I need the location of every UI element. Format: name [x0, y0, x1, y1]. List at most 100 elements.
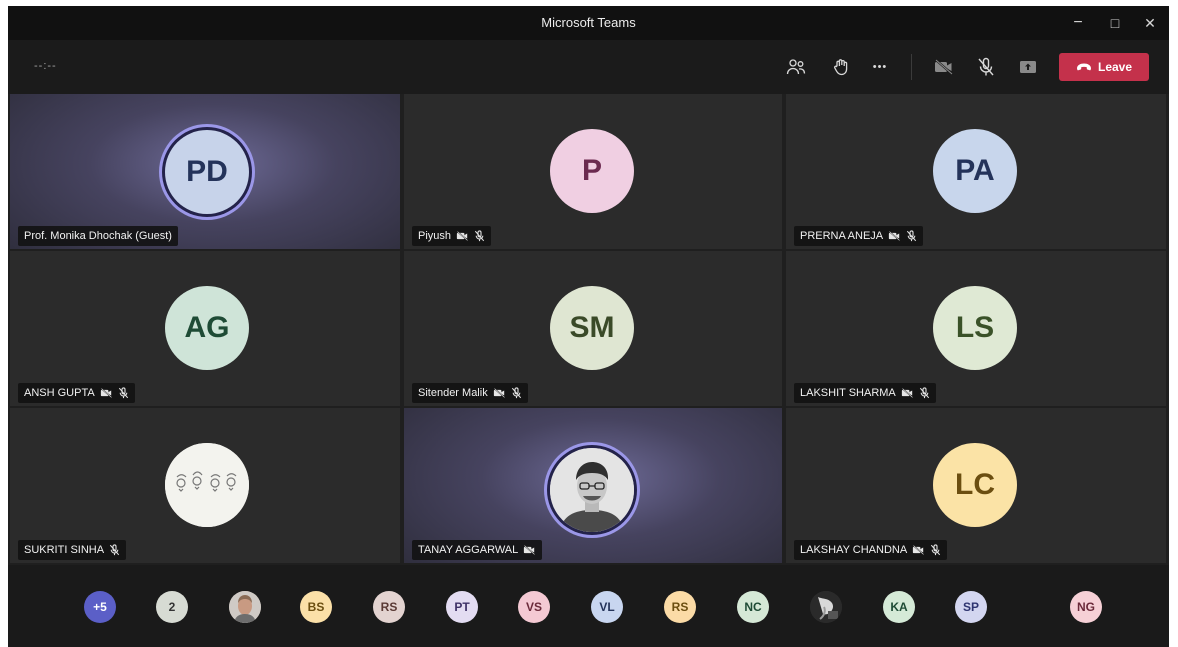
participant-tile[interactable]: P Piyush [404, 94, 782, 249]
raise-hand-icon [834, 59, 848, 76]
maximize-button[interactable]: □ [1103, 11, 1127, 35]
share-content-button[interactable] [1016, 56, 1040, 78]
participant-tile[interactable]: LS LAKSHIT SHARMA [786, 251, 1166, 406]
avatar-initials: SM [569, 311, 615, 344]
participant-avatar-small[interactable]: 2 [156, 591, 188, 623]
participant-avatar [165, 443, 249, 527]
avatar-initials: 2 [168, 600, 176, 614]
participant-avatar-small[interactable]: PT [446, 591, 478, 623]
participant-tile[interactable]: PD Prof. Monika Dhochak (Guest) [10, 94, 400, 249]
avatar-initials: PA [955, 154, 995, 187]
camera-off-indicator [493, 388, 506, 398]
muted-indicator [919, 387, 930, 399]
avatar-initials: +5 [93, 600, 107, 614]
avatar-initials: LS [955, 311, 995, 344]
avatar-initials: PT [454, 600, 470, 614]
microphone-off-icon [907, 230, 917, 242]
muted-indicator [511, 387, 522, 399]
participant-name-tag: Prof. Monika Dhochak (Guest) [18, 226, 178, 246]
maximize-icon: □ [1110, 15, 1120, 31]
microphone-off-icon [511, 387, 521, 399]
participant-tile[interactable]: TANAY AGGARWAL [404, 408, 782, 563]
microphone-off-icon [109, 544, 120, 556]
window-title: Microsoft Teams [541, 15, 636, 30]
participant-avatar: PD [165, 130, 249, 214]
raise-hand-button[interactable] [830, 56, 854, 78]
participant-tile[interactable]: SM Sitender Malik [404, 251, 782, 406]
hang-up-icon [1076, 63, 1091, 71]
share-screen-icon [1020, 61, 1036, 73]
participant-avatar-small[interactable]: NG [1070, 591, 1102, 623]
avatar-initials: AG [184, 311, 230, 344]
muted-indicator [474, 230, 485, 242]
participant-name: ANSH GUPTA [24, 387, 95, 399]
camera-off-icon [493, 388, 505, 398]
avatar-initials: RS [671, 600, 689, 614]
participant-avatar-small[interactable]: RS [373, 591, 405, 623]
participant-avatar-small[interactable]: SP [955, 591, 987, 623]
close-window-button[interactable]: ✕ [1138, 11, 1162, 35]
camera-off-icon [935, 59, 953, 75]
avatar-initials: P [581, 154, 602, 187]
profile-picture [229, 591, 261, 623]
camera-off-indicator [100, 388, 113, 398]
camera-off-indicator [901, 388, 914, 398]
avatar-initials: VS [525, 600, 542, 614]
more-actions-button[interactable]: ••• [868, 56, 892, 78]
show-participants-button[interactable] [784, 56, 808, 78]
profile-picture [165, 443, 249, 527]
avatar-initials: NG [1077, 600, 1095, 614]
participant-avatar-small[interactable]: VS [518, 591, 550, 623]
avatar-initials: VL [599, 600, 615, 614]
participant-strip: +5 2 BS RS PT VS VL RS NC KA SP NG [8, 565, 1169, 647]
participant-name-tag: ANSH GUPTA [18, 383, 135, 403]
participant-avatar-small[interactable]: NC [737, 591, 769, 623]
participant-avatar-small[interactable] [810, 591, 842, 623]
camera-off-icon [889, 231, 901, 241]
participant-name: TANAY AGGARWAL [418, 544, 519, 556]
participant-name: Piyush [418, 230, 452, 242]
leave-meeting-button[interactable]: Leave [1059, 53, 1149, 81]
participant-name-tag: Sitender Malik [412, 383, 528, 403]
meeting-toolbar: --:-- ••• Leave [8, 40, 1169, 94]
microphone-off-icon [474, 230, 485, 242]
avatar-initials: NC [744, 600, 762, 614]
meeting-timer: --:-- [34, 60, 57, 72]
participant-avatar: SM [550, 286, 634, 370]
participant-name-tag: LAKSHAY CHANDNA [794, 540, 948, 560]
participant-avatar-small[interactable] [229, 591, 261, 623]
minimize-icon: − [1073, 14, 1083, 31]
toolbar-divider [911, 54, 912, 80]
participant-name: Prof. Monika Dhochak (Guest) [24, 230, 172, 242]
participant-name-tag: PRERNA ANEJA [794, 226, 924, 246]
camera-off-indicator [912, 545, 925, 555]
microphone-off-icon [118, 387, 128, 399]
participant-avatar-small[interactable]: BS [300, 591, 332, 623]
participant-avatar-small[interactable]: KA [883, 591, 915, 623]
participant-name-tag: TANAY AGGARWAL [412, 540, 543, 560]
minimize-button[interactable]: − [1066, 11, 1090, 35]
microphone-toggle-button[interactable] [974, 56, 998, 78]
camera-off-icon [524, 545, 536, 555]
participant-tile[interactable]: PA PRERNA ANEJA [786, 94, 1166, 249]
microphone-off-icon [978, 57, 994, 76]
participant-tile[interactable]: LC LAKSHAY CHANDNA [786, 408, 1166, 563]
participants-icon [786, 59, 806, 75]
participant-avatar-small[interactable]: VL [591, 591, 623, 623]
muted-indicator [118, 387, 129, 399]
more-participants-button[interactable]: +5 [84, 591, 116, 623]
participant-name-tag: LAKSHIT SHARMA [794, 383, 936, 403]
participant-name: Sitender Malik [418, 387, 488, 399]
avatar-initials: BS [307, 600, 325, 614]
muted-indicator [930, 544, 941, 556]
more-icon: ••• [872, 61, 888, 73]
camera-toggle-button[interactable] [932, 56, 956, 78]
participant-avatar [550, 448, 634, 532]
participant-avatar-small[interactable]: RS [664, 591, 696, 623]
participant-tile[interactable]: AG ANSH GUPTA [10, 251, 400, 406]
participant-name: LAKSHAY CHANDNA [800, 544, 908, 556]
teams-window: Microsoft Teams − □ ✕ --:-- ••• Leave PD… [8, 6, 1169, 647]
camera-off-icon [456, 231, 468, 241]
participant-tile[interactable]: SUKRITI SINHA [10, 408, 400, 563]
profile-picture [810, 591, 842, 623]
